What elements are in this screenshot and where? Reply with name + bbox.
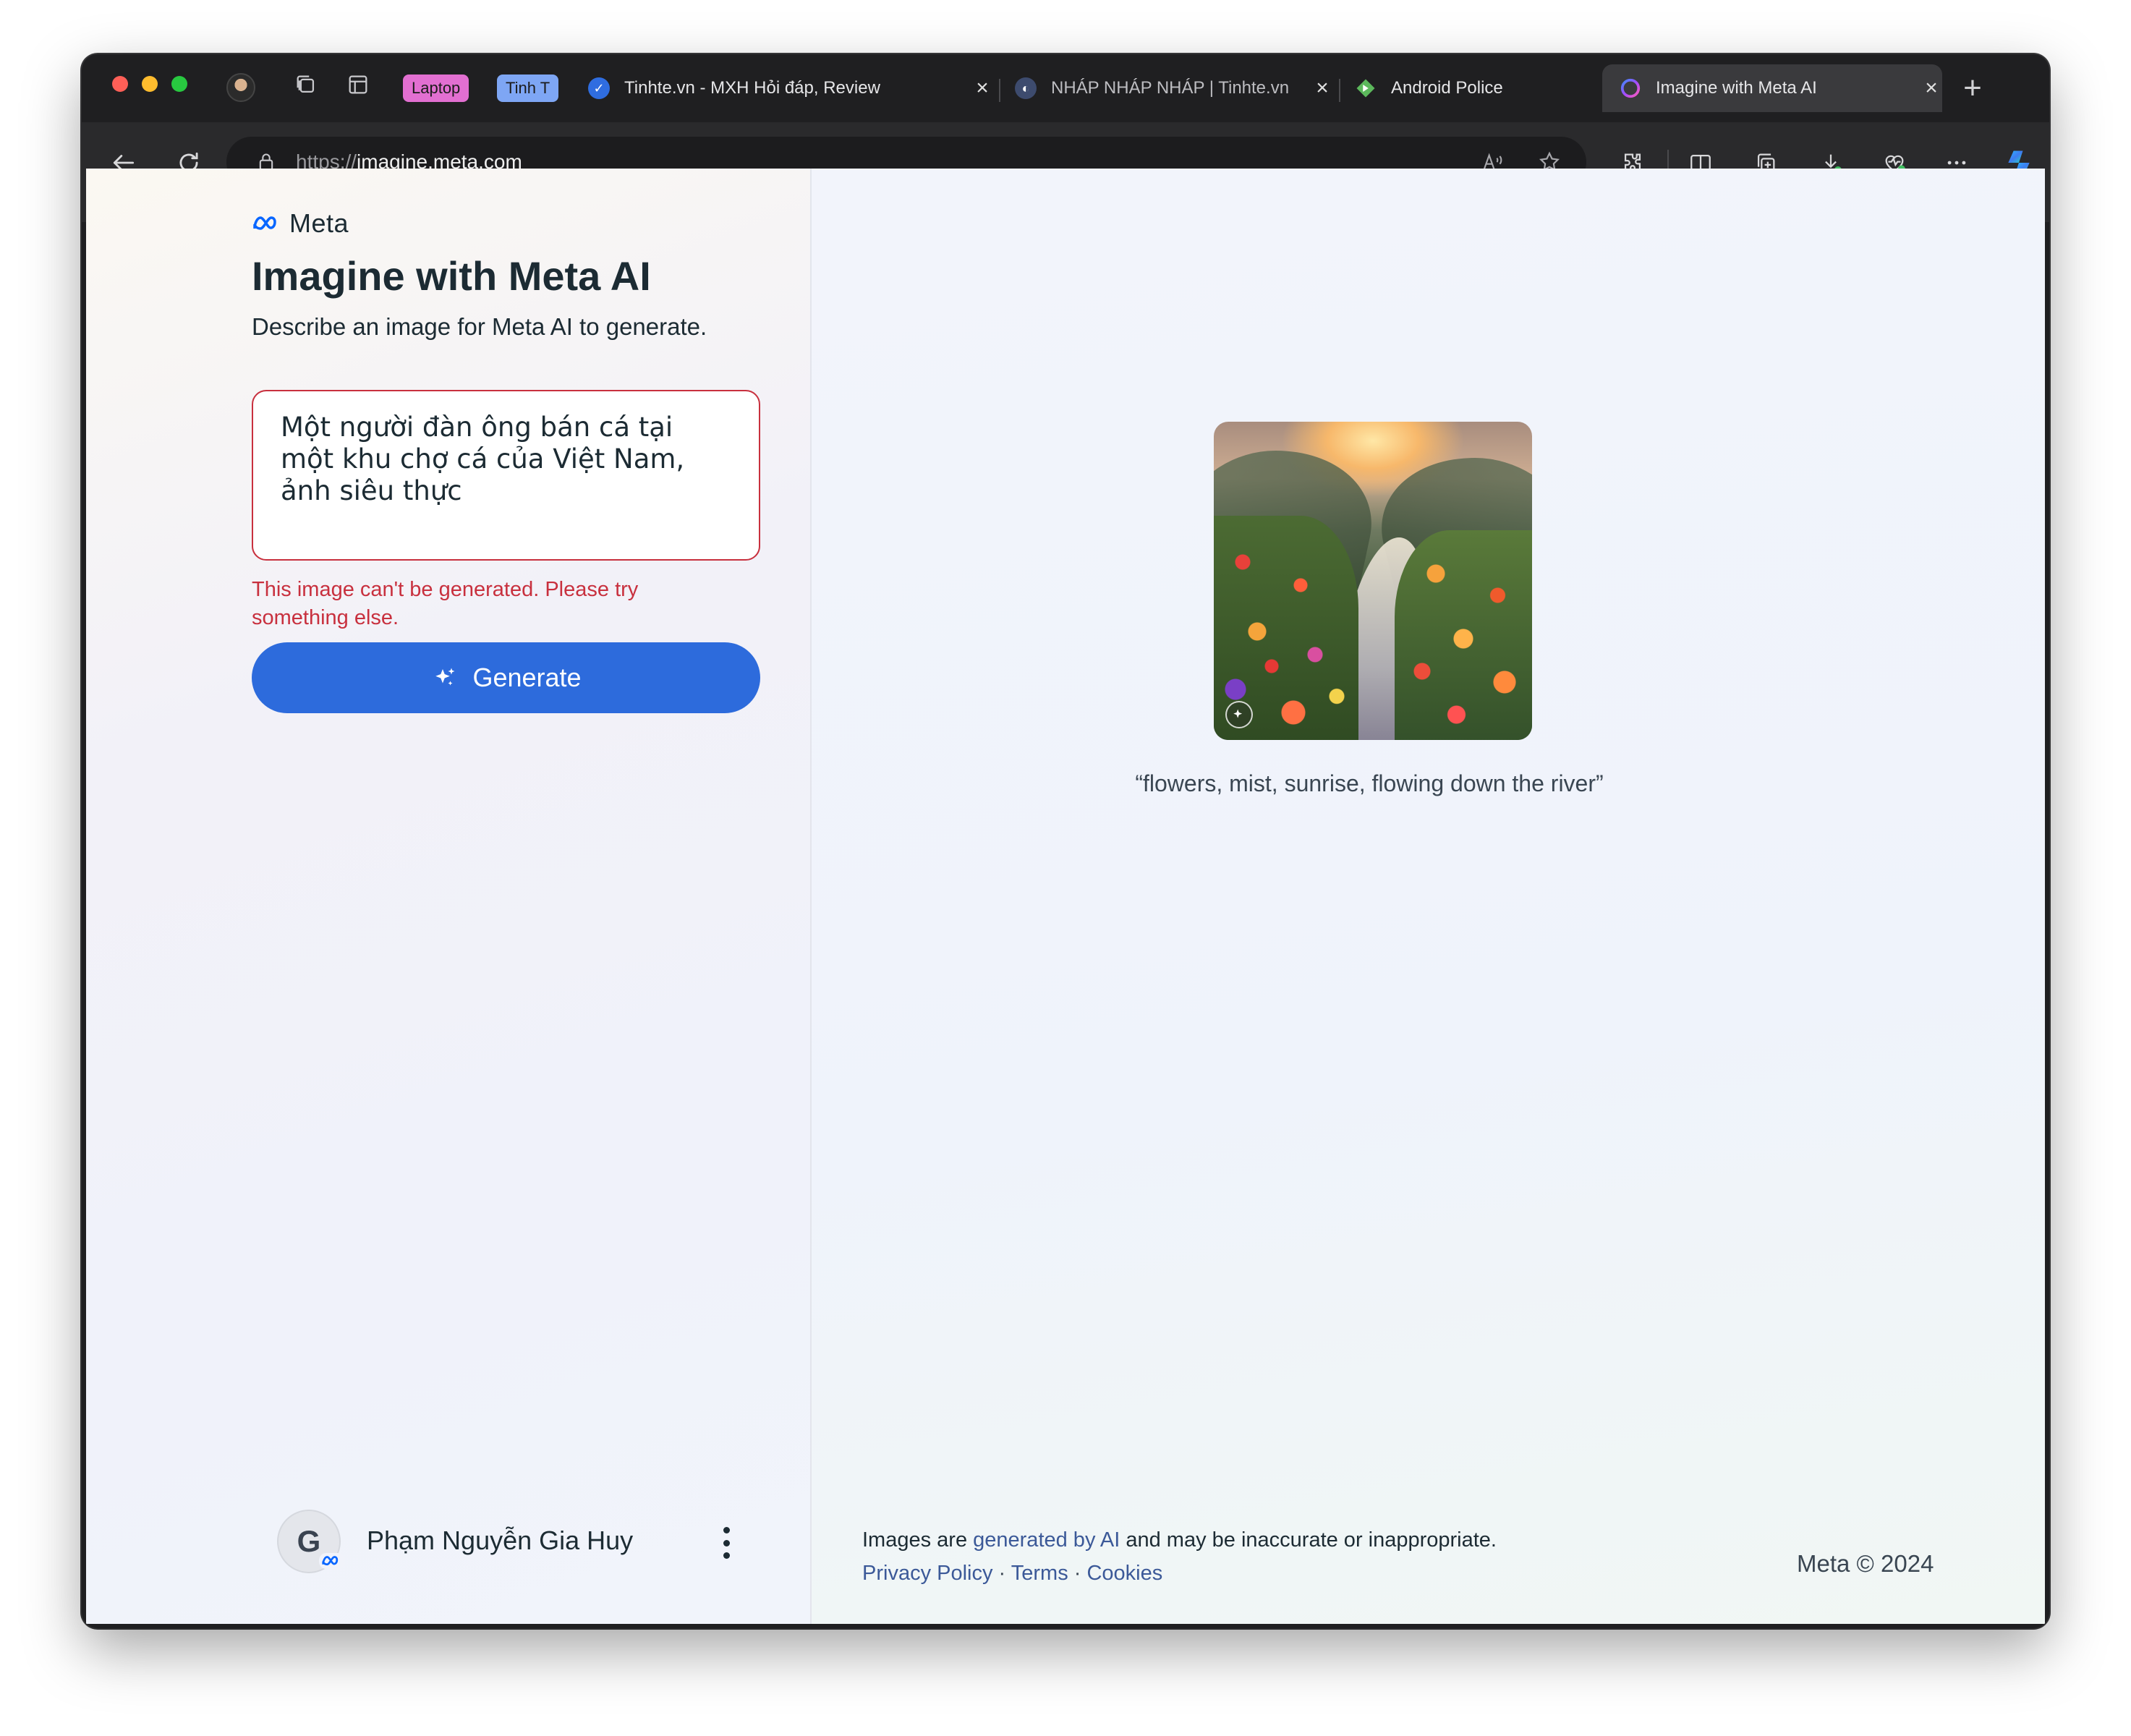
ai-disclaimer: Images are generated by AI and may be in… [862,1528,1497,1552]
web-page: Meta Imagine with Meta AI Describe an im… [86,169,2045,1624]
tab-divider [1339,79,1340,102]
footer-links: Privacy Policy · Terms · Cookies [862,1562,1162,1586]
avatar-initial: G [297,1524,321,1558]
generated-by-ai-link[interactable]: generated by AI [973,1528,1120,1552]
workspaces-icon[interactable] [292,70,320,99]
user-name: Phạm Nguyễn Gia Huy [367,1526,634,1555]
zoom-window-button[interactable] [171,76,187,92]
page-subtitle: Describe an image for Meta AI to generat… [252,313,707,340]
close-tab-icon[interactable]: × [1921,76,1942,101]
meta-wordmark: Meta [289,208,349,238]
generate-button[interactable]: Generate [252,642,760,713]
tab-android-police[interactable]: Android Police × [1355,64,1644,112]
kebab-menu-icon[interactable] [715,1523,737,1563]
meta-infinity-icon [253,216,276,230]
meta-badge-icon [319,1553,345,1569]
android-police-icon [1355,77,1377,99]
tab-group-laptop[interactable]: Laptop [403,75,469,102]
tab-bar: Laptop Tinh T ✓ Tinhte.vn - MXH Hỏi đáp,… [82,54,2049,125]
minimize-window-button[interactable] [142,76,158,92]
example-image [1214,422,1532,740]
tab-title: Tinhte.vn - MXH Hỏi đáp, Review [624,78,880,98]
tab-title: NHÁP NHÁP NHÁP | Tinhte.vn [1051,78,1290,98]
privacy-policy-link[interactable]: Privacy Policy [862,1562,993,1585]
error-message: This image can't be generated. Please tr… [252,578,639,629]
tab-title: Android Police [1391,78,1503,98]
close-tab-icon[interactable]: × [971,76,993,101]
globe-icon: ◐ [1015,77,1037,99]
terms-link[interactable]: Terms [1011,1562,1068,1585]
disclaimer-text-after: and may be inaccurate or inappropriate. [1120,1528,1497,1552]
cookies-link[interactable]: Cookies [1086,1562,1162,1585]
avatar[interactable]: G [277,1510,345,1573]
tab-nhap[interactable]: ◐ NHÁP NHÁP NHÁP | Tinhte.vn × [1015,64,1333,112]
meta-ai-icon [1620,77,1641,99]
tab-tinhte[interactable]: ✓ Tinhte.vn - MXH Hỏi đáp, Review × [588,64,993,112]
close-tab-icon[interactable]: × [1311,76,1333,101]
browser-window: Laptop Tinh T ✓ Tinhte.vn - MXH Hỏi đáp,… [82,54,2049,1628]
tab-actions-icon[interactable] [344,70,373,99]
new-tab-button[interactable]: + [1951,67,1994,111]
meta-logo[interactable]: Meta [252,208,349,239]
profile-avatar-icon[interactable] [226,73,255,102]
tab-imagine-meta-ai[interactable]: Imagine with Meta AI × [1602,64,1942,112]
page-title: Imagine with Meta AI [252,253,651,299]
generate-label: Generate [472,663,582,692]
tab-divider [999,79,1000,102]
example-caption: “flowers, mist, sunrise, flowing down th… [1135,770,1604,796]
tab-group-tinht[interactable]: Tinh T [497,75,559,102]
example-panel: “flowers, mist, sunrise, flowing down th… [812,169,2045,1624]
prompt-panel: Meta Imagine with Meta AI Describe an im… [86,169,812,1624]
link-separator: · [992,1562,1011,1585]
prompt-input[interactable]: Một người đàn ông bán cá tại một khu chợ… [252,390,760,561]
ai-generated-badge-icon [1225,701,1253,728]
user-account[interactable]: G Phạm Nguyễn Gia Huy [277,1510,740,1576]
sparkle-icon [430,663,459,692]
tab-title: Imagine with Meta AI [1656,78,1817,98]
tinhte-icon: ✓ [588,77,610,99]
link-separator: · [1068,1562,1087,1585]
close-window-button[interactable] [112,76,128,92]
copyright: Meta © 2024 [1797,1550,1934,1577]
disclaimer-text-before: Images are [862,1528,974,1552]
